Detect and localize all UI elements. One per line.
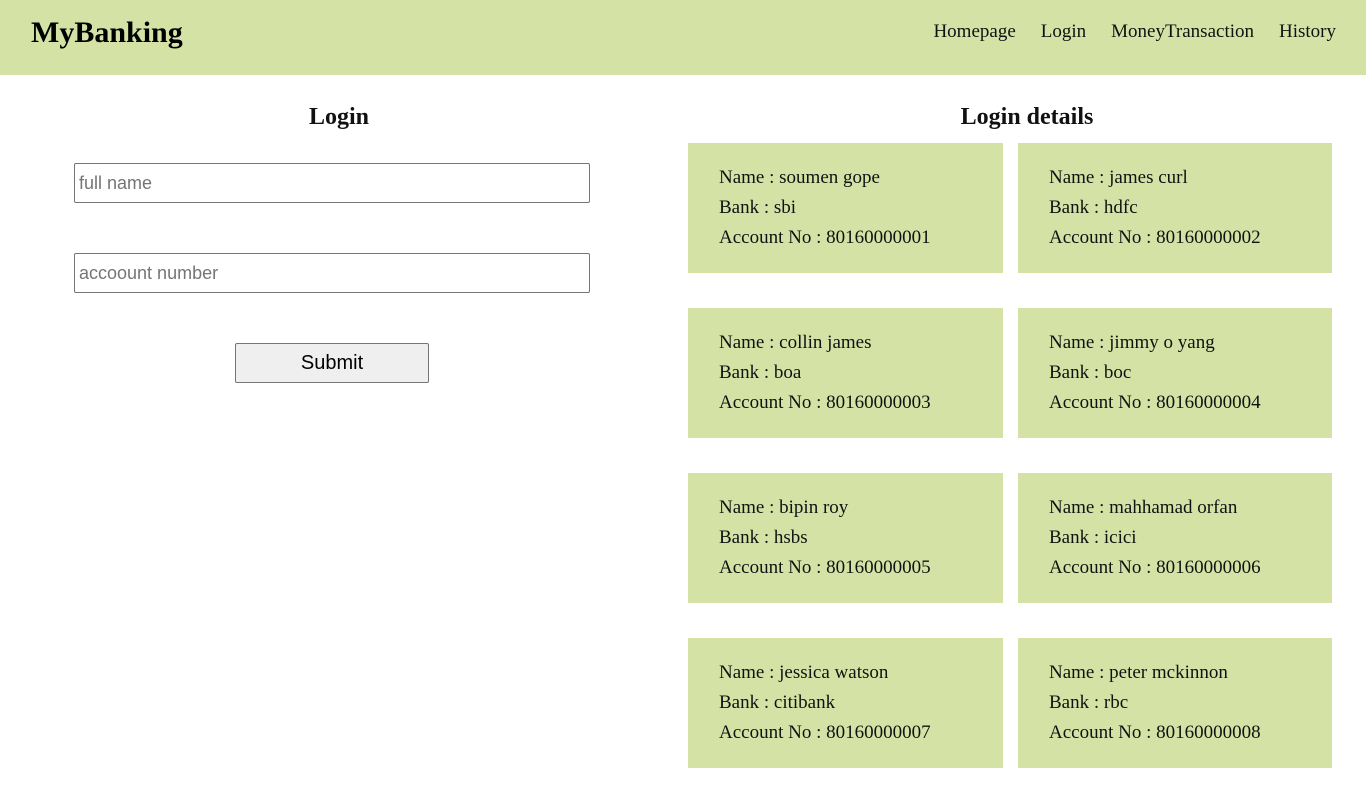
nav-links: Homepage Login MoneyTransaction History <box>933 21 1336 43</box>
account-card: Name : mahhamad orfan Bank : icici Accou… <box>1018 473 1332 603</box>
card-name: Name : jimmy o yang <box>1049 332 1215 353</box>
card-name: Name : bipin roy <box>719 497 849 518</box>
card-bank: Bank : citibank <box>719 692 836 713</box>
card-name: Name : mahhamad orfan <box>1049 497 1238 518</box>
card-bank: Bank : boa <box>719 362 802 383</box>
card-name: Name : james curl <box>1049 167 1188 188</box>
card-account-number: Account No : 80160000007 <box>719 722 931 743</box>
account-card: Name : peter mckinnon Bank : rbc Account… <box>1018 638 1332 768</box>
account-card: Name : james curl Bank : hdfc Account No… <box>1018 143 1332 273</box>
card-account-number: Account No : 80160000001 <box>719 227 931 248</box>
card-bank: Bank : hdfc <box>1049 197 1138 218</box>
card-account-number: Account No : 80160000008 <box>1049 722 1261 743</box>
card-name: Name : peter mckinnon <box>1049 662 1228 683</box>
account-card: Name : soumen gope Bank : sbi Account No… <box>688 143 1003 273</box>
card-account-number: Account No : 80160000002 <box>1049 227 1261 248</box>
full-name-input[interactable] <box>74 163 590 203</box>
card-account-number: Account No : 80160000006 <box>1049 557 1261 578</box>
account-card: Name : collin james Bank : boa Account N… <box>688 308 1003 438</box>
card-bank: Bank : rbc <box>1049 692 1129 713</box>
card-name: Name : jessica watson <box>719 662 889 683</box>
card-bank: Bank : sbi <box>719 197 797 218</box>
account-card: Name : jessica watson Bank : citibank Ac… <box>688 638 1003 768</box>
login-details-title: Login details <box>960 104 1094 130</box>
account-number-input[interactable] <box>74 253 590 293</box>
nav-link-login[interactable]: Login <box>1041 21 1086 43</box>
login-title: Login <box>308 104 370 130</box>
nav-link-history[interactable]: History <box>1279 21 1336 43</box>
card-bank: Bank : icici <box>1049 527 1137 548</box>
card-account-number: Account No : 80160000003 <box>719 392 931 413</box>
card-bank: Bank : hsbs <box>719 527 808 548</box>
card-bank: Bank : boc <box>1049 362 1132 383</box>
account-card: Name : jimmy o yang Bank : boc Account N… <box>1018 308 1332 438</box>
brand-logo[interactable]: MyBanking <box>31 16 183 50</box>
card-name: Name : soumen gope <box>719 167 880 188</box>
card-name: Name : collin james <box>719 332 872 353</box>
nav-link-money-transaction[interactable]: MoneyTransaction <box>1111 21 1254 43</box>
card-account-number: Account No : 80160000004 <box>1049 392 1261 413</box>
account-card: Name : bipin roy Bank : hsbs Account No … <box>688 473 1003 603</box>
account-cards: Name : soumen gope Bank : sbi Account No… <box>688 143 1332 768</box>
submit-button[interactable]: Submit <box>235 343 429 383</box>
top-navbar: MyBanking Homepage Login MoneyTransactio… <box>0 0 1366 75</box>
card-account-number: Account No : 80160000005 <box>719 557 931 578</box>
nav-link-homepage[interactable]: Homepage <box>933 21 1015 43</box>
